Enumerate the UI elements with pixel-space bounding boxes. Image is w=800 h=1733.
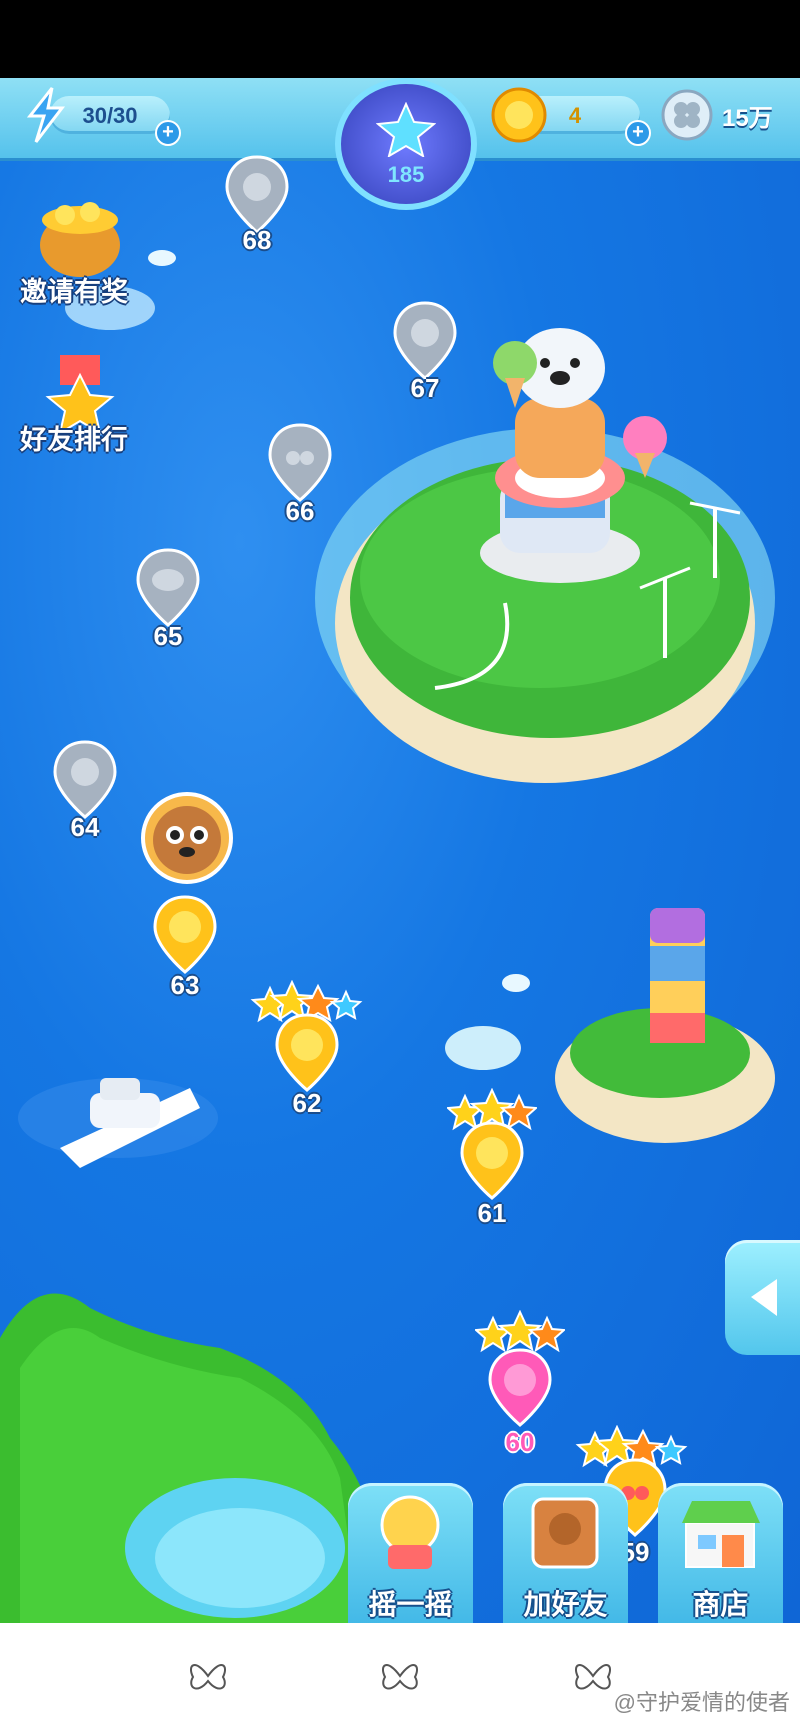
game-screen: 30/30 + 4 + 15万 185 邀请有奖 好友排行 68 67 66 6… bbox=[0, 0, 800, 1733]
level-63-pin[interactable] bbox=[150, 892, 220, 982]
gacha-machine-icon bbox=[380, 1495, 440, 1569]
butterfly-icon[interactable] bbox=[377, 1653, 423, 1699]
gold-coin-icon bbox=[491, 87, 547, 143]
star-total-medallion[interactable]: 185 bbox=[335, 78, 477, 210]
shop-label: 商店 bbox=[692, 1589, 749, 1620]
level-61-number: 61 bbox=[477, 1198, 507, 1228]
side-panel-toggle[interactable] bbox=[725, 1240, 800, 1355]
level-66-number: 66 bbox=[285, 496, 315, 526]
level-64-number: 64 bbox=[70, 812, 100, 842]
player-avatar-marker bbox=[141, 792, 233, 884]
level-60-pin[interactable] bbox=[485, 1345, 555, 1435]
clover-icon bbox=[661, 89, 713, 141]
level-62-pin[interactable] bbox=[272, 1010, 342, 1100]
level-67-number: 67 bbox=[410, 373, 440, 403]
status-bar bbox=[0, 0, 800, 78]
star-icon bbox=[376, 102, 436, 157]
level-60-number: 60 bbox=[505, 1427, 535, 1457]
shake-button[interactable]: 摇一摇 bbox=[348, 1483, 473, 1633]
invite-reward-label[interactable]: 邀请有奖 bbox=[20, 270, 128, 309]
watermark-text: @守护爱情的使者 bbox=[613, 1690, 790, 1715]
shop-stall-icon bbox=[682, 1501, 760, 1568]
shop-button[interactable]: 商店 bbox=[658, 1483, 783, 1633]
clover-value: 15万 bbox=[722, 105, 773, 132]
level-62-number: 62 bbox=[292, 1088, 322, 1118]
add-coin-button[interactable]: + bbox=[625, 120, 651, 146]
add-friend-label: 加好友 bbox=[523, 1589, 608, 1620]
butterfly-icon[interactable] bbox=[185, 1653, 231, 1699]
friend-card-icon bbox=[531, 1497, 599, 1569]
add-friend-button[interactable]: 加好友 bbox=[503, 1483, 628, 1633]
shake-label: 摇一摇 bbox=[368, 1589, 453, 1620]
level-68-number: 68 bbox=[242, 225, 272, 255]
level-61-pin[interactable] bbox=[457, 1118, 527, 1208]
add-energy-button[interactable]: + bbox=[155, 120, 181, 146]
star-total-value: 185 bbox=[387, 162, 425, 187]
lightning-icon bbox=[26, 87, 66, 143]
level-65-number: 65 bbox=[153, 621, 183, 651]
arrow-left-icon bbox=[751, 1279, 777, 1316]
level-63-number: 63 bbox=[170, 970, 200, 1000]
treasure-pot-icon[interactable] bbox=[35, 190, 125, 280]
friend-ranking-label[interactable]: 好友排行 bbox=[20, 418, 128, 457]
butterfly-icon[interactable] bbox=[570, 1653, 616, 1699]
